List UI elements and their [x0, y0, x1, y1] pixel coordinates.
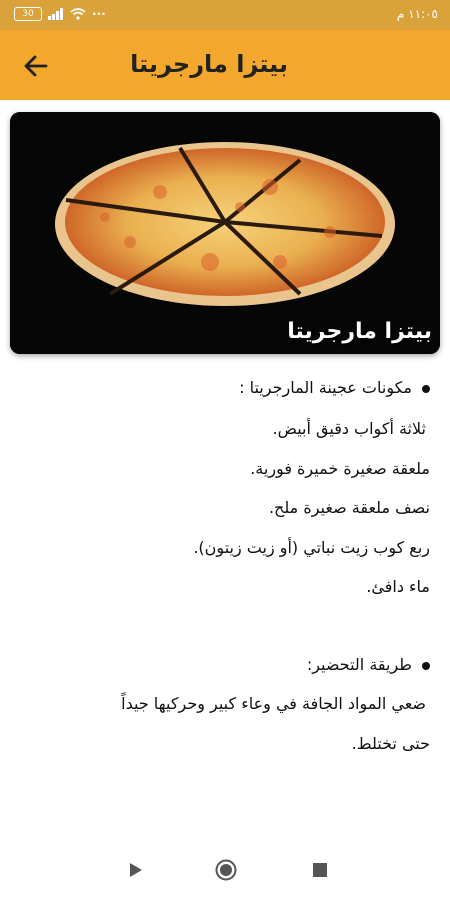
- list-item: ضعي المواد الجافة في وعاء كبير وحركيها ج…: [121, 694, 426, 713]
- circle-home-icon[interactable]: [215, 859, 237, 881]
- list-item: حتى تختلط.: [351, 734, 430, 753]
- arrow-left-icon[interactable]: [22, 52, 50, 80]
- square-recents-icon[interactable]: [310, 860, 330, 880]
- content-fade: [0, 800, 450, 840]
- navigation-bar: [0, 840, 450, 900]
- hero-caption: بيتزا مارجريتا: [287, 319, 432, 344]
- list-item: نصف ملعقة صغيرة ملح.: [268, 498, 430, 517]
- list-item: ربع كوب زيت نباتي (أو زيت زيتون).: [193, 538, 430, 557]
- status-time: ١١:٠٥ م: [396, 7, 438, 21]
- bullet-icon: [422, 661, 430, 670]
- list-item: ملعقة صغيرة خميرة فورية.: [250, 459, 430, 478]
- signal-icon: [48, 8, 63, 20]
- recipe-content: مكونات عجينة المارجريتا : ثلاثة أكواب دق…: [0, 368, 450, 808]
- list-item: ثلاثة أكواب دقيق أبيض.: [272, 419, 426, 438]
- battery-level: 30: [22, 9, 34, 19]
- app-bar: بيتزا مارجريتا: [0, 30, 450, 100]
- preparation-heading: طريقة التحضير:: [20, 655, 450, 674]
- preparation-heading-text: طريقة التحضير:: [306, 655, 412, 674]
- ingredients-heading: مكونات عجينة المارجريتا :: [20, 378, 450, 397]
- triangle-play-icon[interactable]: [126, 860, 146, 880]
- battery-icon: 30: [14, 7, 42, 21]
- pizza-image: [10, 112, 440, 354]
- notification-dots-icon: ···: [92, 7, 106, 21]
- page-title: بيتزا مارجريتا: [130, 50, 288, 78]
- bullet-icon: [422, 384, 430, 393]
- status-bar: 30 ··· ١١:٠٥ م: [0, 0, 450, 30]
- wifi-icon: [70, 8, 86, 20]
- ingredients-heading-text: مكونات عجينة المارجريتا :: [239, 378, 412, 397]
- hero-image-card: بيتزا مارجريتا: [10, 112, 440, 354]
- status-icons: 30 ···: [14, 7, 106, 21]
- list-item: ماء دافئ.: [366, 577, 430, 596]
